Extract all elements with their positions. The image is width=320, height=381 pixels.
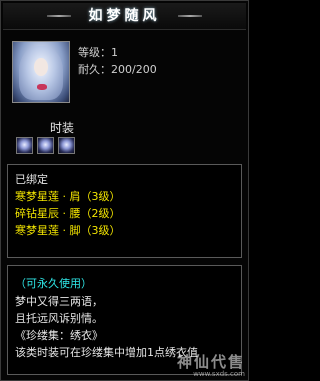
set-part: 碎钻星辰 · 腰（2级） bbox=[15, 207, 121, 220]
description-line: 且托远风诉别情。 bbox=[15, 312, 103, 325]
fashion-label: 时装 bbox=[50, 121, 75, 135]
durability-stat: 耐久：200/200 bbox=[78, 63, 157, 76]
watermark-logo: 神仙代售 www.sxds.com bbox=[149, 353, 245, 378]
description-line: 梦中又得三两语， bbox=[15, 295, 103, 308]
portrait-bow bbox=[37, 84, 47, 90]
fashion-slot-icon[interactable] bbox=[16, 137, 33, 154]
item-name: 如梦随风 bbox=[88, 8, 161, 24]
fashion-slot-icon[interactable] bbox=[58, 137, 75, 154]
title-bar: 如梦随风 bbox=[3, 3, 246, 30]
watermark-url: www.sxds.com bbox=[193, 370, 245, 378]
portrait-face bbox=[34, 58, 48, 76]
item-portrait bbox=[12, 41, 70, 103]
set-part: 寒梦星莲 · 肩（3级） bbox=[15, 190, 121, 203]
item-tooltip: 如梦随风 等级：1 耐久：200/200 时装 已绑定 寒梦星莲 · 肩（3级）… bbox=[0, 0, 249, 381]
title-ornament-left bbox=[47, 15, 71, 17]
set-panel: 已绑定 寒梦星莲 · 肩（3级） 碎钻星辰 · 腰（2级） 寒梦星莲 · 脚（3… bbox=[7, 164, 242, 258]
set-part: 寒梦星莲 · 脚（3级） bbox=[15, 224, 121, 237]
bound-status: 已绑定 bbox=[15, 173, 48, 186]
watermark-text: 神仙代售 bbox=[176, 353, 245, 371]
fashion-slot-icon[interactable] bbox=[37, 137, 54, 154]
level-stat: 等级：1 bbox=[78, 46, 118, 59]
usage-note: （可永久使用） bbox=[15, 277, 92, 290]
title-ornament-right bbox=[178, 15, 202, 17]
collection-name: 《珍缕集：绣衣》 bbox=[15, 329, 103, 342]
item-stats: 等级：1 耐久：200/200 bbox=[78, 44, 157, 78]
